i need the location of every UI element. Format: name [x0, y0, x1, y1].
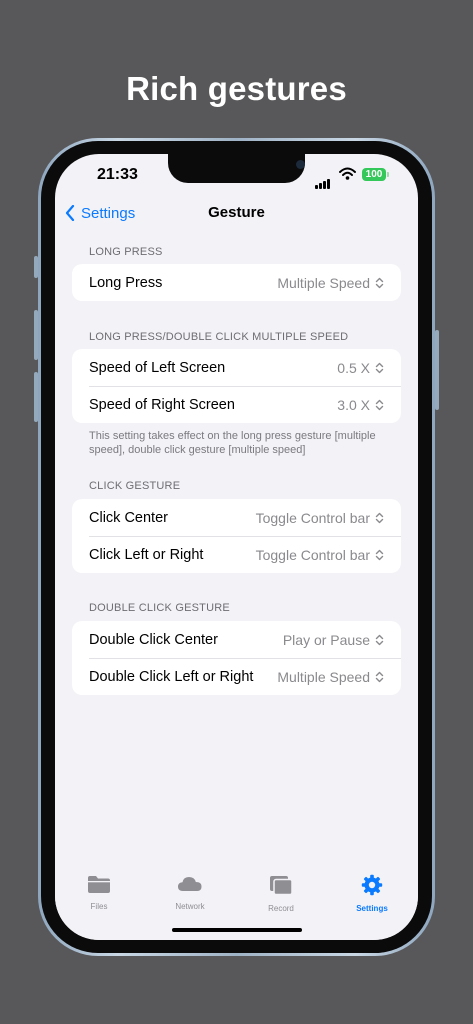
row-value-text: Multiple Speed [277, 274, 370, 291]
chevron-updown-icon [375, 362, 384, 373]
group-click-gesture: Click Center Toggle Control bar Click Le… [72, 499, 401, 573]
row-label: Double Click Center [89, 631, 218, 648]
chevron-updown-icon [375, 512, 384, 523]
status-time: 21:33 [97, 166, 138, 183]
volume-up-button [34, 310, 38, 360]
page-title: Gesture [208, 204, 265, 221]
camera-icon [296, 160, 305, 169]
chevron-updown-icon [375, 277, 384, 288]
tab-record[interactable]: Record [246, 874, 316, 913]
chevron-updown-icon [375, 399, 384, 410]
tab-label: Network [175, 902, 205, 911]
row-value-text: Toggle Control bar [255, 546, 370, 563]
row-click-left-or-right[interactable]: Click Left or Right Toggle Control bar [72, 536, 401, 573]
row-double-click-left-or-right[interactable]: Double Click Left or Right Multiple Spee… [72, 658, 401, 695]
tab-network[interactable]: Network [155, 874, 225, 911]
row-value: Toggle Control bar [256, 510, 384, 526]
row-label: Speed of Left Screen [89, 359, 226, 376]
tab-files[interactable]: Files [64, 874, 134, 911]
row-value-text: 3.0 X [337, 396, 370, 413]
row-value-text: Multiple Speed [277, 668, 370, 685]
row-value-text: 0.5 X [337, 359, 370, 376]
battery-icon: 100 [362, 168, 386, 181]
row-label: Click Center [89, 509, 168, 526]
gear-icon [361, 874, 383, 896]
section-header-double-click-gesture: DOUBLE CLICK GESTURE [89, 602, 230, 614]
signal-icon [315, 171, 331, 189]
row-label: Long Press [89, 274, 163, 291]
home-indicator[interactable] [172, 928, 302, 932]
row-long-press[interactable]: Long Press Multiple Speed [72, 264, 401, 301]
chevron-updown-icon [375, 634, 384, 645]
row-value: Multiple Speed [277, 669, 384, 685]
dynamic-notch [168, 154, 305, 183]
folder-icon [88, 876, 110, 893]
row-label: Speed of Right Screen [89, 396, 235, 413]
row-speed-left-screen[interactable]: Speed of Left Screen 0.5 X [72, 349, 401, 386]
row-value-text: Toggle Control bar [255, 509, 370, 526]
row-value: Toggle Control bar [256, 547, 384, 563]
action-button [34, 256, 38, 278]
wifi-icon [339, 167, 356, 185]
section-header-multiple-speed: LONG PRESS/DOUBLE CLICK MULTIPLE SPEED [89, 331, 349, 343]
group-double-click-gesture: Double Click Center Play or Pause Double… [72, 621, 401, 695]
promo-title: Rich gestures [126, 70, 347, 107]
row-double-click-center[interactable]: Double Click Center Play or Pause [72, 621, 401, 658]
tab-label: Settings [356, 904, 388, 913]
group-multiple-speed: Speed of Left Screen 0.5 X Speed of Righ… [72, 349, 401, 423]
chevron-updown-icon [375, 671, 384, 682]
row-label: Double Click Left or Right [89, 668, 254, 685]
chevron-updown-icon [375, 549, 384, 560]
row-value: Play or Pause [283, 632, 384, 648]
cloud-icon [178, 877, 202, 891]
volume-down-button [34, 372, 38, 422]
record-stack-icon [270, 876, 293, 896]
tab-settings[interactable]: Settings [337, 874, 407, 913]
row-value: 3.0 X [337, 397, 384, 413]
row-value-text: Play or Pause [282, 631, 370, 648]
battery-tip [387, 172, 389, 177]
phone-screen: 21:33 100 Settings Gesture LONG PRESS Lo… [55, 154, 418, 940]
tab-label: Record [268, 904, 294, 913]
footnote-multiple-speed: This setting takes effect on the long pr… [89, 430, 376, 456]
section-header-click-gesture: CLICK GESTURE [89, 480, 181, 492]
row-speed-right-screen[interactable]: Speed of Right Screen 3.0 X [72, 386, 401, 423]
row-label: Click Left or Right [89, 546, 204, 563]
power-button [435, 330, 439, 410]
row-value: 0.5 X [337, 360, 384, 376]
tab-label: Files [90, 902, 108, 911]
section-header-long-press: LONG PRESS [89, 246, 163, 258]
row-click-center[interactable]: Click Center Toggle Control bar [72, 499, 401, 536]
group-long-press: Long Press Multiple Speed [72, 264, 401, 301]
row-value: Multiple Speed [277, 275, 384, 291]
